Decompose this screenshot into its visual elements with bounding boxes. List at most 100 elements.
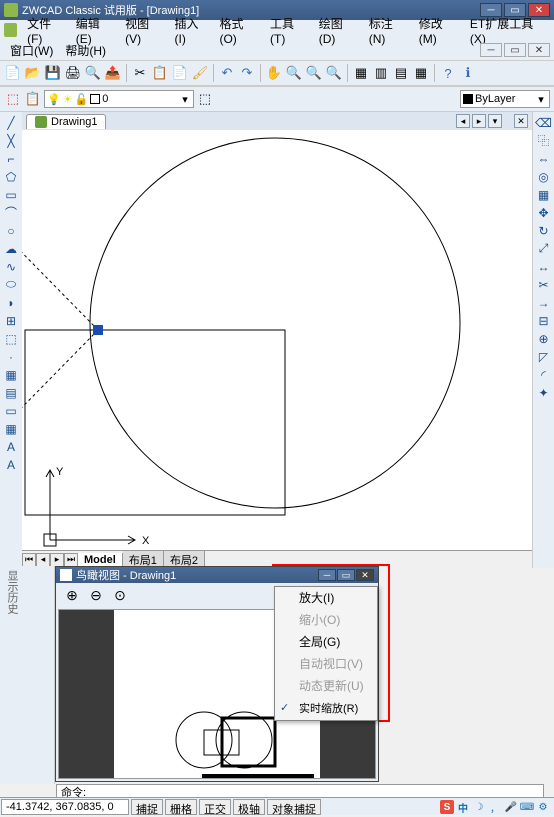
menu-format[interactable]: 格式(O) bbox=[213, 13, 264, 48]
copy-obj-icon[interactable]: ⿻ bbox=[535, 132, 553, 149]
insert-icon[interactable]: ⊞ bbox=[2, 312, 20, 329]
point-icon[interactable]: · bbox=[2, 348, 20, 365]
ctx-global[interactable]: 全局(G) bbox=[275, 631, 377, 653]
polar-toggle[interactable]: 极轴 bbox=[233, 799, 265, 815]
ime-lang-icon[interactable]: 中 bbox=[456, 800, 470, 814]
calc-icon[interactable]: ▦ bbox=[412, 64, 430, 82]
xline-icon[interactable]: ╳ bbox=[2, 132, 20, 149]
layout-tab-model[interactable]: Model bbox=[78, 553, 123, 567]
gradient-icon[interactable]: ▤ bbox=[2, 384, 20, 401]
block-icon[interactable]: ⬚ bbox=[2, 330, 20, 347]
ime-moon-icon[interactable]: ☽ bbox=[472, 800, 486, 814]
toolpalette-icon[interactable]: ▤ bbox=[392, 64, 410, 82]
help-icon[interactable]: ? bbox=[439, 64, 457, 82]
zoom-global-icon[interactable]: ⊙ bbox=[110, 585, 130, 605]
menu-help[interactable]: 帮助(H) bbox=[59, 40, 112, 61]
layer-icon[interactable]: 📋 bbox=[24, 90, 42, 108]
menu-draw[interactable]: 绘图(D) bbox=[313, 13, 363, 48]
ctx-zoom-in[interactable]: 放大(I) bbox=[275, 587, 377, 609]
join-icon[interactable]: ⊕ bbox=[535, 330, 553, 347]
ime-punct-icon[interactable]: ， bbox=[488, 800, 502, 814]
tab-close-icon[interactable]: ✕ bbox=[514, 114, 528, 128]
save-icon[interactable]: 💾 bbox=[44, 64, 62, 82]
redo-icon[interactable]: ↷ bbox=[238, 64, 256, 82]
menu-dimension[interactable]: 标注(N) bbox=[363, 13, 413, 48]
designcenter-icon[interactable]: ▥ bbox=[372, 64, 390, 82]
layout-prev-icon[interactable]: ◂ bbox=[36, 553, 50, 567]
layer-manager-icon[interactable]: ⬚ bbox=[4, 90, 22, 108]
ime-settings-icon[interactable]: ⚙ bbox=[536, 800, 550, 814]
revcloud-icon[interactable]: ☁ bbox=[2, 240, 20, 257]
menu-window[interactable]: 窗口(W) bbox=[4, 40, 59, 61]
layer-prev-icon[interactable]: ⬚ bbox=[196, 90, 214, 108]
snap-toggle[interactable]: 捕捉 bbox=[131, 799, 163, 815]
menu-modify[interactable]: 修改(M) bbox=[413, 13, 464, 48]
doc-close-button[interactable]: ✕ bbox=[528, 43, 550, 57]
line-icon[interactable]: ╱ bbox=[2, 114, 20, 131]
fillet-icon[interactable]: ◜ bbox=[535, 366, 553, 383]
rotate-icon[interactable]: ↻ bbox=[535, 222, 553, 239]
menu-tools[interactable]: 工具(T) bbox=[264, 13, 313, 48]
preview-icon[interactable]: 🔍 bbox=[84, 64, 102, 82]
osnap-toggle[interactable]: 对象捕捉 bbox=[267, 799, 321, 815]
doc-restore-button[interactable]: ▭ bbox=[504, 43, 526, 57]
tab-menu-icon[interactable]: ▾ bbox=[488, 114, 502, 128]
trim-icon[interactable]: ✂ bbox=[535, 276, 553, 293]
mirror-icon[interactable]: ⇔ bbox=[535, 150, 553, 167]
region-icon[interactable]: ▭ bbox=[2, 402, 20, 419]
stretch-icon[interactable]: ↔ bbox=[535, 258, 553, 275]
dropdown-icon[interactable]: ▾ bbox=[535, 93, 547, 106]
matchprop-icon[interactable]: 🖌 bbox=[191, 64, 209, 82]
ellipse-icon[interactable]: ⬭ bbox=[2, 276, 20, 293]
ime-keyboard-icon[interactable]: ⌨ bbox=[520, 800, 534, 814]
ime-mic-icon[interactable]: 🎤 bbox=[504, 800, 518, 814]
offset-icon[interactable]: ◎ bbox=[535, 168, 553, 185]
undo-icon[interactable]: ↶ bbox=[218, 64, 236, 82]
zoom-prev-icon[interactable]: 🔍 bbox=[325, 64, 343, 82]
ortho-toggle[interactable]: 正交 bbox=[199, 799, 231, 815]
doc-tab[interactable]: Drawing1 bbox=[26, 114, 106, 129]
menu-insert[interactable]: 插入(I) bbox=[168, 13, 213, 48]
spline-icon[interactable]: ∿ bbox=[2, 258, 20, 275]
coordinates[interactable]: -41.3742, 367.0835, 0 bbox=[1, 799, 129, 815]
copy-icon[interactable]: 📋 bbox=[151, 64, 169, 82]
aerial-maximize-button[interactable]: ▭ bbox=[337, 569, 355, 581]
pline-icon[interactable]: ⌐ bbox=[2, 150, 20, 167]
layout-next-icon[interactable]: ▸ bbox=[50, 553, 64, 567]
publish-icon[interactable]: 📤 bbox=[104, 64, 122, 82]
drawing-canvas[interactable]: X Y bbox=[22, 130, 532, 550]
table-icon[interactable]: ▦ bbox=[2, 420, 20, 437]
aerial-close-button[interactable]: ✕ bbox=[356, 569, 374, 581]
break-icon[interactable]: ⊟ bbox=[535, 312, 553, 329]
paste-icon[interactable]: 📄 bbox=[171, 64, 189, 82]
zoom-in-icon[interactable]: ⊕ bbox=[62, 585, 82, 605]
array-icon[interactable]: ▦ bbox=[535, 186, 553, 203]
info-icon[interactable]: ℹ bbox=[459, 64, 477, 82]
arc-icon[interactable]: ⌒ bbox=[2, 204, 20, 221]
circle-icon[interactable]: ○ bbox=[2, 222, 20, 239]
menu-view[interactable]: 视图(V) bbox=[119, 13, 168, 48]
explode-icon[interactable]: ✦ bbox=[535, 384, 553, 401]
zoom-out-icon[interactable]: ⊖ bbox=[86, 585, 106, 605]
aerial-minimize-button[interactable]: ─ bbox=[318, 569, 336, 581]
chamfer-icon[interactable]: ◸ bbox=[535, 348, 553, 365]
tab-prev-icon[interactable]: ◂ bbox=[456, 114, 470, 128]
ctx-realtime-zoom[interactable]: ✓实时缩放(R) bbox=[275, 697, 377, 720]
text-icon[interactable]: A bbox=[2, 456, 20, 473]
move-icon[interactable]: ✥ bbox=[535, 204, 553, 221]
aerial-titlebar[interactable]: ✥ 鸟瞰视图 - Drawing1 ─ ▭ ✕ bbox=[56, 567, 378, 583]
new-icon[interactable]: 📄 bbox=[4, 64, 22, 82]
ellipsearc-icon[interactable]: ◗ bbox=[2, 294, 20, 311]
zoom-window-icon[interactable]: 🔍 bbox=[305, 64, 323, 82]
rectangle-icon[interactable]: ▭ bbox=[2, 186, 20, 203]
cmdwindow-handle[interactable]: 显示历史 bbox=[0, 566, 55, 784]
tab-next-icon[interactable]: ▸ bbox=[472, 114, 486, 128]
pan-icon[interactable]: ✋ bbox=[265, 64, 283, 82]
print-icon[interactable]: 🖨 bbox=[64, 64, 82, 82]
color-combo[interactable]: ByLayer ▾ bbox=[460, 90, 550, 108]
polygon-icon[interactable]: ⬠ bbox=[2, 168, 20, 185]
layer-combo[interactable]: 💡 ☀ 🔓 0 ▾ bbox=[44, 90, 194, 108]
erase-icon[interactable]: ⌫ bbox=[535, 114, 553, 131]
grid-toggle[interactable]: 栅格 bbox=[165, 799, 197, 815]
properties-icon[interactable]: ▦ bbox=[352, 64, 370, 82]
